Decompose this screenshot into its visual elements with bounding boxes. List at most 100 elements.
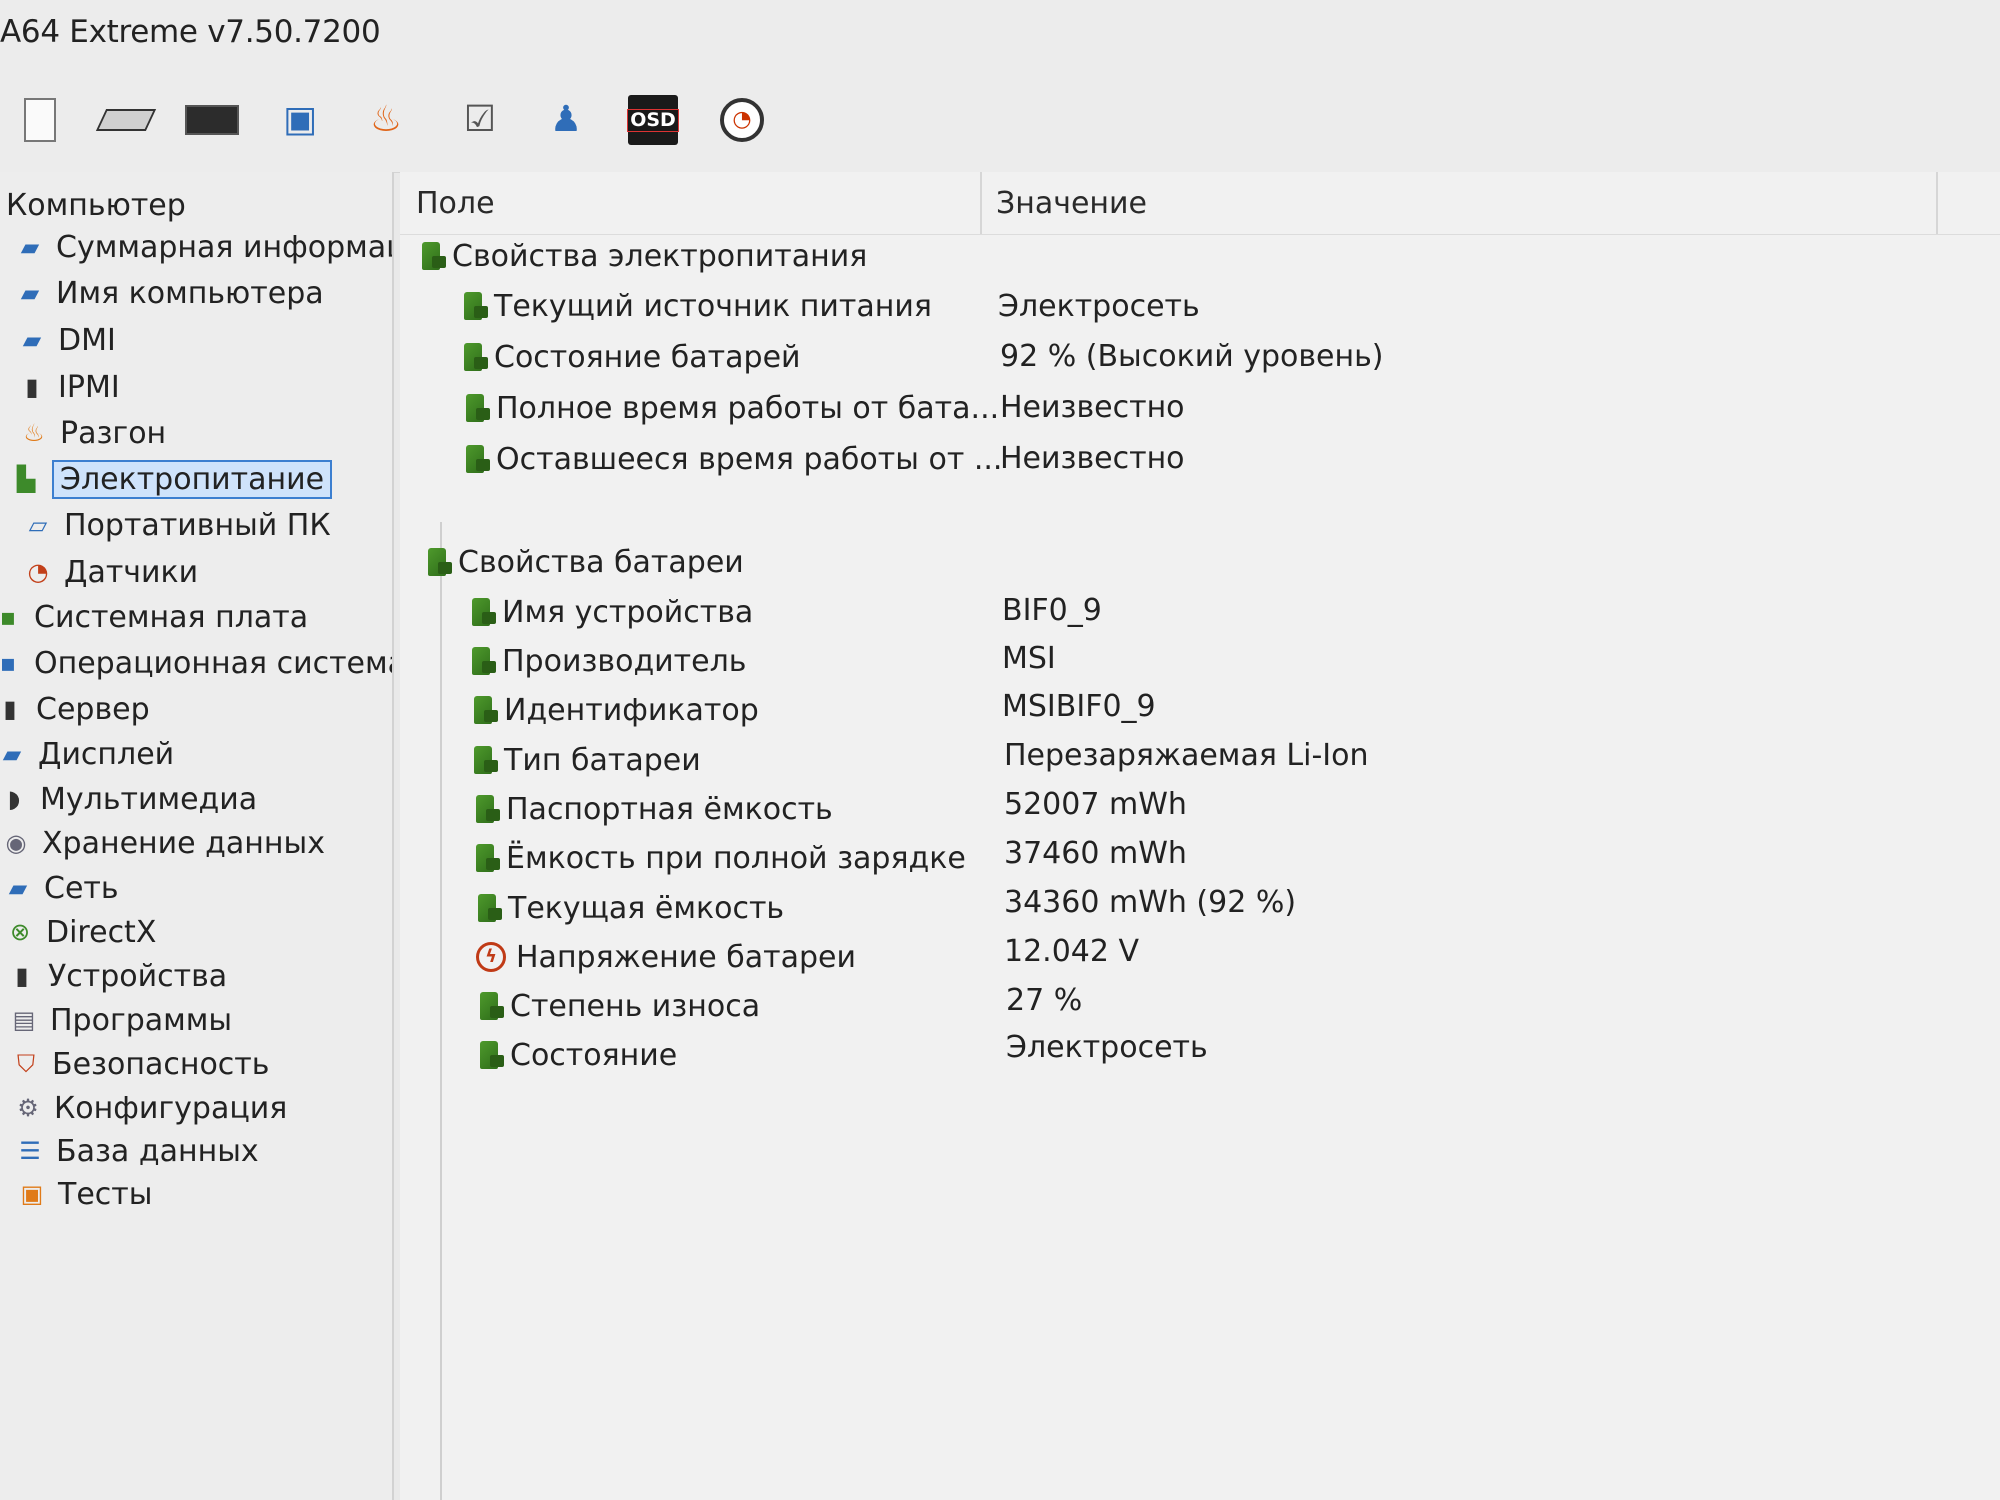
sidebar-item-label: DirectX [46,914,157,950]
sidebar-item-os[interactable]: ▪ Операционная система [0,642,394,684]
field-label: Идентификатор [504,692,759,728]
field-label: Тип батареи [504,742,701,778]
sidebar-item-portable[interactable]: ▱ Портативный ПК [22,504,331,546]
table-row[interactable]: Ёмкость при полной зарядке [476,836,966,880]
sidebar-item-security[interactable]: ⛉ Безопасность [10,1043,269,1085]
database-icon: ☰ [19,1137,41,1165]
network-icon: ▰ [8,874,28,902]
power-plug-icon [476,795,500,823]
shield-icon: ⛉ [17,1050,35,1078]
table-row[interactable]: Состояние батарей [464,335,801,379]
sidebar-item-motherboard[interactable]: ▪ Системная плата [0,596,308,638]
power-plug-icon [480,1041,504,1069]
sidebar-item-label: Электропитание [52,459,333,499]
osd-icon[interactable]: OSD [627,95,679,145]
field-label: Производитель [502,643,747,679]
table-row[interactable]: ϟ Напряжение батареи [476,935,856,979]
column-header-value[interactable]: Значение [996,186,1147,221]
table-row[interactable]: Идентификатор [474,688,759,732]
window-title: A64 Extreme v7.50.7200 [0,14,381,50]
field-value: Неизвестно [1000,389,1185,425]
sidebar-item-label: Программы [50,1002,233,1038]
sidebar-tree: Компьютер ▰ Суммарная информаци ▰ Имя ко… [0,172,394,1500]
sidebar-item-computer-name[interactable]: ▰ Имя компьютера [14,272,324,314]
sidebar-item-display[interactable]: ▰ Дисплей [0,733,174,775]
table-row[interactable]: Тип батареи [474,738,701,782]
sidebar-item-label: Конфигурация [54,1090,288,1126]
laptop-icon: ▱ [28,511,48,539]
sidebar-item-config[interactable]: ⚙ Конфигурация [12,1087,287,1129]
group-header-power-properties[interactable]: Свойства электропитания [422,234,867,278]
column-header-field[interactable]: Поле [416,186,495,221]
memory-icon[interactable] [184,92,240,148]
column-divider[interactable] [980,172,982,234]
field-label: Степень износа [510,988,761,1024]
power-plug-icon [466,394,490,422]
sidebar-item-summary[interactable]: ▰ Суммарная информаци [14,226,394,268]
column-divider[interactable] [1936,172,1938,234]
sidebar-item-label: Суммарная информаци [56,229,394,265]
sidebar-item-directx[interactable]: ⊗ DirectX [4,911,156,953]
table-row[interactable]: Текущий источник питания [464,284,932,328]
benchmark-icon[interactable]: ☑ [452,92,508,148]
panel-edge [440,522,442,1500]
table-row[interactable]: Имя устройства [472,590,753,634]
field-label: Ёмкость при полной зарядке [506,840,966,876]
sidebar-item-multimedia[interactable]: ◗ Мультимедиа [0,778,258,820]
sidebar-item-label: Тесты [58,1176,153,1212]
motherboard-icon[interactable] [95,92,157,148]
benchmark-icon: ▣ [20,1180,44,1208]
field-label: Текущая ёмкость [508,890,785,926]
table-row[interactable]: Полное время работы от бата... [466,386,999,430]
xbox-icon: ⊗ [9,918,31,946]
field-value: 34360 mWh (92 %) [1004,884,1297,920]
power-plug-icon [476,844,500,872]
group-title: Свойства батареи [458,544,744,580]
field-label: Оставшееся время работы от ... [496,441,1003,477]
sidebar-item-database[interactable]: ☰ База данных [14,1130,259,1172]
sidebar-item-benchmarks[interactable]: ▣ Тесты [16,1173,153,1215]
table-row[interactable]: Оставшееся время работы от ... [466,437,1002,481]
power-plug-icon [464,343,488,371]
group-header-battery-properties[interactable]: Свойства батареи [428,540,744,584]
table-row[interactable]: Состояние [480,1033,677,1077]
computer-icon[interactable]: ▣ [272,92,328,148]
field-label: Напряжение батареи [516,939,856,975]
sidebar-item-label: Датчики [64,554,199,590]
table-row[interactable]: Паспортная ёмкость [476,787,833,831]
sidebar-item-ipmi[interactable]: ▮ IPMI [16,366,119,408]
field-label: Текущий источник питания [494,288,932,324]
config-icon: ⚙ [17,1094,39,1122]
sidebar-item-label: Разгон [60,415,167,451]
sidebar-item-devices[interactable]: ▮ Устройства [6,955,227,997]
sidebar-item-storage[interactable]: ◉ Хранение данных [0,822,325,864]
power-plug-icon [422,242,446,270]
sidebar-item-power[interactable]: ▙ Электропитание [10,458,333,500]
details-panel: Поле Значение Свойства электропитания Те… [400,172,2000,1500]
table-row[interactable]: Степень износа [480,984,760,1028]
field-label: Состояние батарей [494,339,801,375]
power-plug-icon [474,746,498,774]
field-value: 52007 mWh [1004,786,1187,822]
field-label: Имя устройства [502,594,754,630]
sidebar-item-label: Сервер [36,691,150,727]
sidebar-item-overclock[interactable]: ♨ Разгон [18,412,166,454]
sidebar-item-programs[interactable]: ▤ Программы [8,999,232,1041]
sidebar-item-dmi[interactable]: ▰ DMI [16,319,116,361]
table-row[interactable]: Текущая ёмкость [478,886,784,930]
sidebar-item-label: Операционная система [34,645,394,681]
table-row[interactable]: Производитель [472,639,746,683]
sidebar-item-server[interactable]: ▮ Сервер [0,688,150,730]
sidebar-item-label: База данных [56,1133,259,1169]
sidebar-item-sensors[interactable]: ◔ Датчики [22,551,199,593]
user-icon[interactable]: ♟ [538,92,594,148]
tree-root-computer[interactable]: Компьютер [6,188,186,223]
flame-icon: ♨ [23,419,45,447]
sidebar-item-network[interactable]: ▰ Сеть [2,867,119,909]
overclock-flame-icon[interactable]: ♨ [358,92,414,148]
sensor-gauge-icon[interactable]: ◔ [720,98,764,142]
monitor-icon: ▰ [20,279,40,307]
field-value: 27 % [1006,982,1083,1018]
report-icon[interactable] [12,92,68,148]
field-value: MSI [1002,640,1056,676]
